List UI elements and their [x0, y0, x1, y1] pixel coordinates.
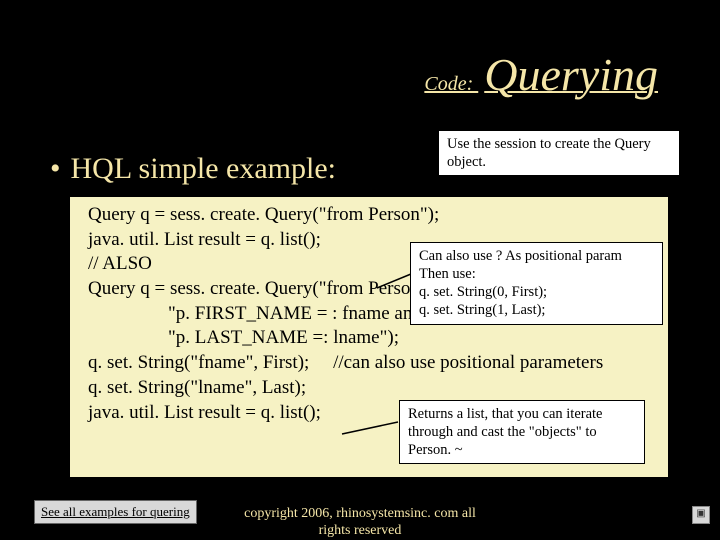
- bullet-text: HQL simple example:: [71, 152, 337, 185]
- callout-positional: Can also use ? As positional param Then …: [410, 242, 663, 325]
- corner-badge-icon: ▣: [692, 506, 710, 524]
- copyright-text: copyright 2006, rhinosystemsinc. com all…: [240, 506, 480, 540]
- callout-text: Use the session to create the Query obje…: [447, 136, 651, 170]
- code-line: q. set. String("lname", Last);: [88, 376, 658, 401]
- see-examples-link[interactable]: See all examples for quering: [34, 500, 197, 524]
- title-small: Code:: [424, 73, 478, 95]
- link-label: See all examples for quering: [41, 504, 190, 519]
- callout-text: q. set. String(0, First);: [419, 283, 654, 301]
- callout-text: Can also use ? As positional param: [419, 247, 654, 265]
- callout-returns-list: Returns a list, that you can iterate thr…: [399, 400, 645, 464]
- bullet-row: • HQL simple example:: [50, 152, 336, 185]
- callout-session: Use the session to create the Query obje…: [438, 130, 680, 176]
- callout-text: Then use:: [419, 265, 654, 283]
- callout-text: Returns a list, that you can iterate thr…: [408, 406, 602, 458]
- slide-title: Code: Querying: [424, 48, 658, 101]
- code-line: Query q = sess. create. Query("from Pers…: [88, 203, 658, 228]
- callout-text: q. set. String(1, Last);: [419, 301, 654, 319]
- connector-line-icon: [360, 160, 440, 190]
- code-line: q. set. String("fname", First); //can al…: [88, 351, 658, 376]
- title-big: Querying: [484, 49, 658, 100]
- code-line: "p. LAST_NAME =: lname");: [88, 326, 658, 351]
- bullet-dot-icon: •: [50, 152, 61, 185]
